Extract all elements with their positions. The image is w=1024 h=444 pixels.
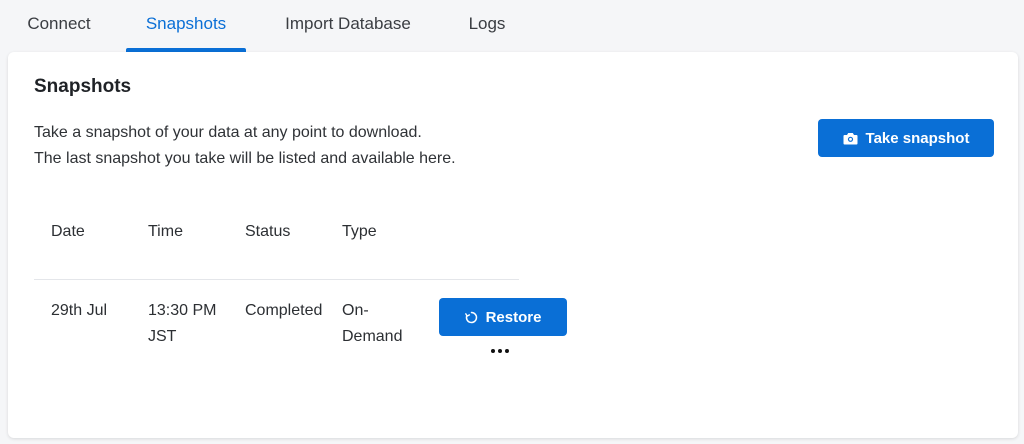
restore-icon [464,311,478,324]
take-snapshot-label: Take snapshot [865,129,970,147]
tab-import-database[interactable]: Import Database [280,0,416,52]
cell-status: Completed [245,302,323,319]
restore-label: Restore [485,308,542,326]
section-title: Snapshots [34,76,132,97]
tab-snapshots[interactable]: Snapshots [126,0,246,52]
camera-icon [843,132,858,145]
more-dot [491,349,495,353]
description-line-2: The last snapshot you take will be liste… [34,150,456,167]
column-header-time: Time [148,223,183,240]
cell-date: 29th Jul [51,302,108,319]
section-description: Take a snapshot of your data at any poin… [34,120,456,172]
restore-button[interactable]: Restore [439,298,567,336]
more-dot [498,349,502,353]
column-header-date: Date [51,223,85,240]
cell-time: 13:30 PM JST [148,302,217,345]
column-header-status: Status [245,223,291,240]
column-header-type: Type [342,223,377,240]
tab-connect[interactable]: Connect [26,0,92,52]
more-options-icon[interactable] [486,343,514,359]
description-line-1: Take a snapshot of your data at any poin… [34,124,422,141]
tab-logs[interactable]: Logs [467,0,507,52]
snapshots-card: Snapshots Take a snapshot of your data a… [8,52,1018,438]
cell-type: On-Demand [342,302,403,345]
take-snapshot-button[interactable]: Take snapshot [818,119,994,157]
tab-bar: Connect Snapshots Import Database Logs [0,0,1024,52]
table-header-divider [34,279,519,280]
more-dot [505,349,509,353]
